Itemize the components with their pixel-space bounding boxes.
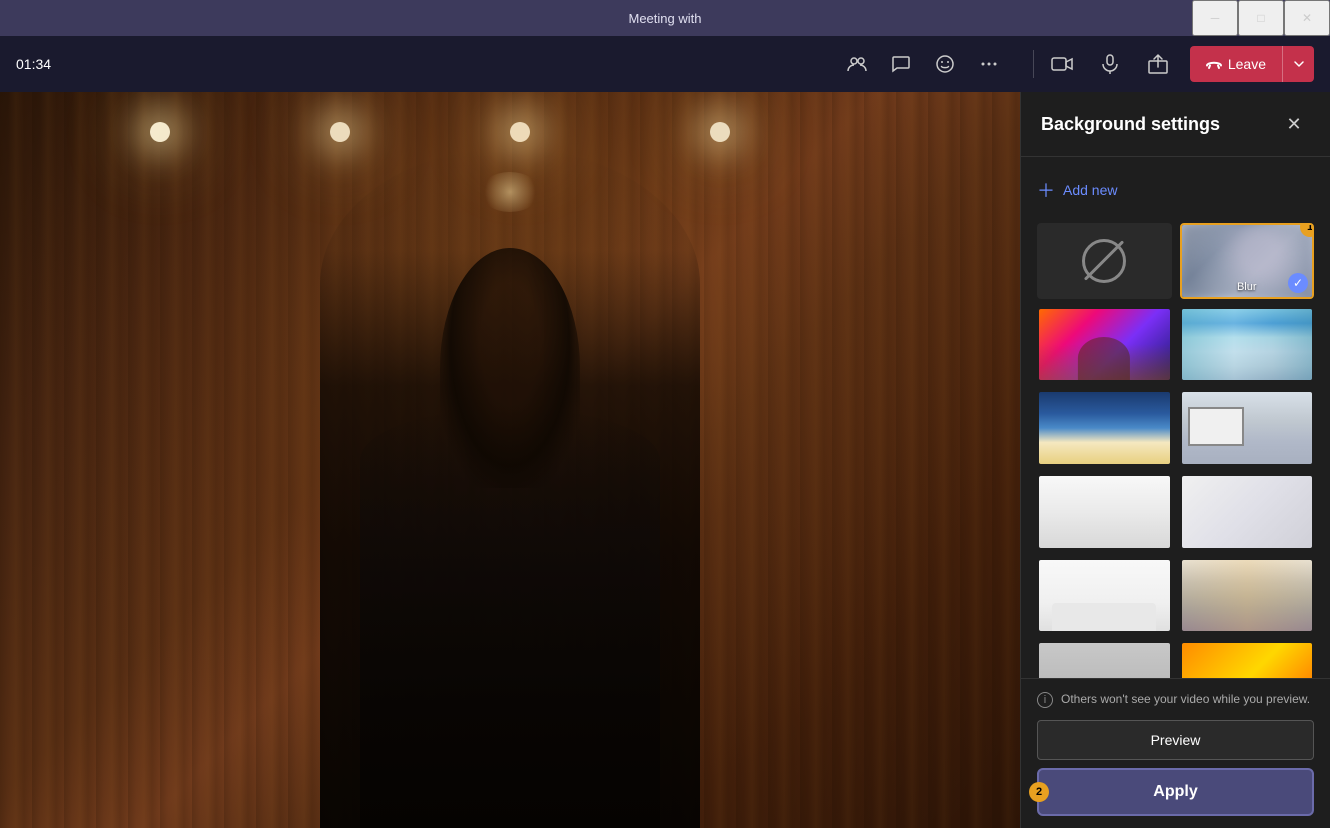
background-grid: 1 Blur ✓ bbox=[1037, 223, 1314, 678]
preview-button[interactable]: Preview bbox=[1037, 720, 1314, 760]
window-controls: ─ □ ✕ bbox=[1192, 0, 1330, 36]
hallway-thumbnail bbox=[1182, 309, 1313, 381]
person-head bbox=[440, 248, 580, 488]
apply-button-container: 2 Apply bbox=[1037, 768, 1314, 816]
panel-content: ＋ Add new 1 Blur ✓ bbox=[1021, 157, 1330, 678]
camera-button[interactable] bbox=[1042, 44, 1082, 84]
video-area bbox=[0, 92, 1020, 828]
lobby-thumbnail bbox=[1182, 560, 1313, 632]
video-background bbox=[0, 92, 1020, 828]
more-button[interactable] bbox=[969, 44, 1009, 84]
react-icon bbox=[935, 54, 955, 74]
panel-header: Background settings ✕ bbox=[1021, 92, 1330, 157]
info-row: i Others won't see your video while you … bbox=[1037, 691, 1314, 708]
more-icon bbox=[979, 54, 999, 74]
apply-button[interactable]: Apply bbox=[1037, 768, 1314, 816]
maximize-button[interactable]: □ bbox=[1238, 0, 1284, 36]
camera-icon bbox=[1051, 53, 1073, 75]
blur-label: Blur bbox=[1182, 281, 1313, 293]
call-timer: 01:34 bbox=[16, 56, 66, 72]
add-new-label: Add new bbox=[1063, 182, 1117, 198]
chat-button[interactable] bbox=[881, 44, 921, 84]
panel-title: Background settings bbox=[1041, 114, 1220, 135]
bg-option-white2[interactable] bbox=[1180, 474, 1315, 550]
bg-option-grey[interactable] bbox=[1037, 641, 1172, 678]
room-thumbnail bbox=[1182, 392, 1313, 464]
bg-option-white1[interactable] bbox=[1037, 474, 1172, 550]
people-button[interactable] bbox=[837, 44, 877, 84]
plus-icon: ＋ bbox=[1037, 177, 1055, 203]
bg-option-sky[interactable] bbox=[1037, 390, 1172, 466]
toolbar-right bbox=[1042, 44, 1178, 84]
chat-icon bbox=[891, 54, 911, 74]
people-icon bbox=[847, 54, 867, 74]
add-new-button[interactable]: ＋ Add new bbox=[1037, 173, 1117, 207]
bg-option-room[interactable] bbox=[1180, 390, 1315, 466]
window-title: Meeting with bbox=[629, 11, 702, 26]
abstract-thumbnail bbox=[1039, 309, 1170, 381]
toolbar: 01:34 bbox=[0, 36, 1330, 92]
phone-hangup-icon bbox=[1206, 56, 1222, 72]
info-text: Others won't see your video while you pr… bbox=[1061, 691, 1310, 708]
bg-option-orange[interactable] bbox=[1180, 641, 1315, 678]
apply-badge: 2 bbox=[1029, 782, 1049, 802]
leave-dropdown-button[interactable] bbox=[1282, 46, 1314, 82]
bg-option-none[interactable] bbox=[1037, 223, 1172, 299]
bed-hint bbox=[1052, 603, 1156, 632]
title-bar: Meeting with ─ □ ✕ bbox=[0, 0, 1330, 36]
bg-option-blur[interactable]: 1 Blur ✓ bbox=[1180, 223, 1315, 299]
leave-button-group: Leave bbox=[1190, 46, 1314, 82]
react-button[interactable] bbox=[925, 44, 965, 84]
share-icon bbox=[1147, 53, 1169, 75]
bg-option-bedroom[interactable] bbox=[1037, 558, 1172, 634]
toolbar-icons bbox=[837, 44, 1009, 84]
white1-thumbnail bbox=[1039, 476, 1170, 548]
main-area: Background settings ✕ ＋ Add new 1 bbox=[0, 92, 1330, 828]
info-icon: i bbox=[1037, 692, 1053, 708]
mic-icon bbox=[1099, 53, 1121, 75]
grey-thumbnail bbox=[1039, 643, 1170, 678]
minimize-button[interactable]: ─ bbox=[1192, 0, 1238, 36]
panel-close-button[interactable]: ✕ bbox=[1278, 108, 1310, 140]
white2-thumbnail bbox=[1182, 476, 1313, 548]
mic-button[interactable] bbox=[1090, 44, 1130, 84]
background-settings-panel: Background settings ✕ ＋ Add new 1 bbox=[1020, 92, 1330, 828]
share-button[interactable] bbox=[1138, 44, 1178, 84]
bedroom-thumbnail bbox=[1039, 560, 1170, 632]
bg-option-hallway[interactable] bbox=[1180, 307, 1315, 383]
no-bg-line bbox=[1084, 241, 1124, 281]
toolbar-divider bbox=[1033, 50, 1034, 78]
leave-button[interactable]: Leave bbox=[1190, 46, 1282, 82]
panel-footer: i Others won't see your video while you … bbox=[1021, 678, 1330, 828]
sky-thumbnail bbox=[1039, 392, 1170, 464]
leave-label: Leave bbox=[1228, 56, 1266, 72]
bg-option-lobby[interactable] bbox=[1180, 558, 1315, 634]
close-button[interactable]: ✕ bbox=[1284, 0, 1330, 36]
no-bg-icon bbox=[1082, 239, 1126, 283]
chevron-down-icon bbox=[1293, 58, 1305, 70]
orange-thumbnail bbox=[1182, 643, 1313, 678]
bg-option-abstract[interactable] bbox=[1037, 307, 1172, 383]
silhouette-hint bbox=[1078, 337, 1130, 380]
